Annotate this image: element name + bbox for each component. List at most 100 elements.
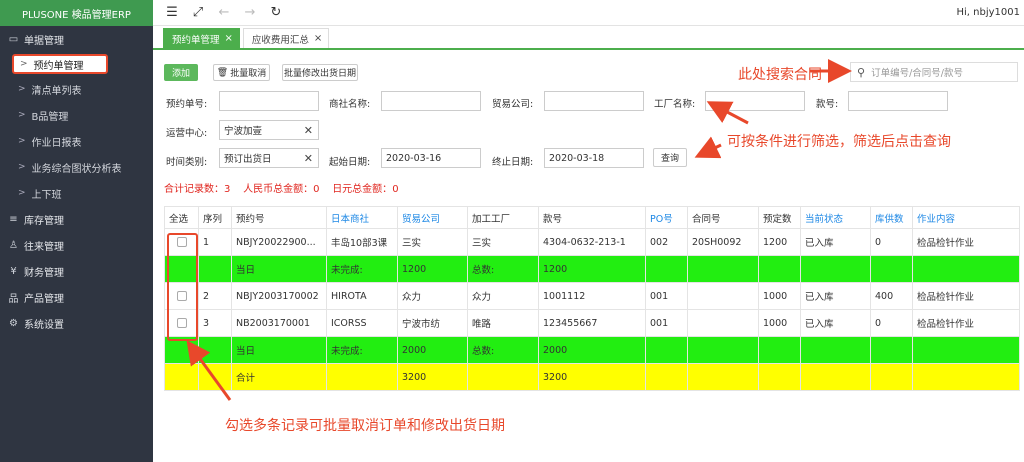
ops-center-select[interactable]: 宁波加壹 ✕	[219, 120, 319, 140]
query-button[interactable]: 查询	[653, 148, 687, 167]
jpy-total-label: 日元总金额：	[332, 184, 393, 195]
table-cell: 1200	[538, 255, 646, 283]
close-icon[interactable]: ×	[225, 33, 233, 44]
sidebar-item-label: 预约单管理	[33, 60, 84, 72]
order-no-field[interactable]	[219, 91, 319, 111]
table-row[interactable]: 3 NB2003170001 ICORSS 宁波市纺 唯路 123455667 001 100…	[164, 309, 1020, 337]
style-no-label: 款号:	[816, 99, 839, 110]
sidebar-group-contacts[interactable]: ♙ 往来管理	[0, 232, 153, 258]
sidebar-group-finance[interactable]: ¥ 财务管理	[0, 258, 153, 284]
table-cell: 总数:	[467, 255, 539, 283]
table-cell: 001	[645, 309, 688, 337]
ops-center-value: 宁波加壹	[224, 126, 263, 137]
table-cell	[870, 255, 913, 283]
col-job-content[interactable]: 作业内容	[912, 206, 1020, 229]
end-date-field[interactable]: 2020-03-18	[544, 148, 644, 168]
tab-receivables[interactable]: 应收费用汇总 ×	[242, 28, 330, 48]
col-stock-qty[interactable]: 库供数	[870, 206, 913, 229]
reservation-table: 全选 序列 预约号 日本商社 贸易公司 加工工厂 款号 PO号 合同号 预定数 …	[164, 206, 1020, 391]
table-cell	[870, 363, 913, 391]
table-cell: 丰岛10部3课	[326, 228, 398, 256]
sidebar-item-label: B品管理	[31, 111, 69, 123]
col-company[interactable]: 日本商社	[326, 206, 398, 229]
col-factory: 加工工厂	[467, 206, 539, 229]
user-icon: ♙	[9, 239, 18, 251]
col-trade-company[interactable]: 贸易公司	[397, 206, 468, 229]
sidebar-group-documents[interactable]: ▭ 单据管理	[0, 26, 153, 52]
clear-icon[interactable]: ✕	[304, 124, 313, 137]
sitemap-icon: 品	[8, 293, 19, 305]
sidebar-item-attendance[interactable]: > 上下班	[0, 180, 153, 206]
sidebar-group-label: 库存管理	[24, 215, 64, 227]
col-status[interactable]: 当前状态	[800, 206, 871, 229]
table-cell: 唯路	[467, 309, 539, 337]
col-po-no[interactable]: PO号	[645, 206, 688, 229]
sidebar-item-label: 作业日报表	[31, 137, 82, 149]
table-cell: 三实	[467, 228, 539, 256]
table-cell: 1001112	[538, 282, 646, 310]
sidebar-item-reservation[interactable]: > 预约单管理	[12, 54, 108, 74]
clear-icon[interactable]: ✕	[304, 152, 313, 165]
table-cell: 2	[198, 282, 232, 310]
time-type-select[interactable]: 预订出货日 ✕	[219, 148, 319, 168]
table-cell: 检品检针作业	[912, 309, 1020, 337]
table-cell	[467, 363, 539, 391]
sidebar-item-label: 上下班	[31, 189, 62, 201]
sidebar-group-inventory[interactable]: ≡ 库存管理	[0, 206, 153, 232]
table-cell: ICORSS	[326, 309, 398, 337]
table-cell	[687, 309, 759, 337]
company-field[interactable]	[381, 91, 481, 111]
fullscreen-icon[interactable]: ⤢	[185, 0, 211, 26]
menu-toggle-icon[interactable]: ☰	[159, 0, 185, 26]
table-cell: HIROTA	[326, 282, 398, 310]
col-style-no: 款号	[538, 206, 646, 229]
sidebar: PLUSONE 検品管理ERP ▭ 单据管理 > 预约单管理 > 清点单列表 > B品管…	[0, 0, 153, 462]
back-arrow-icon[interactable]: ←	[211, 0, 237, 26]
table-cell: 宁波市纺	[397, 309, 468, 337]
search-input[interactable]: ⚲ 订单编号/合同号/款号	[850, 62, 1018, 82]
trade-company-field[interactable]	[544, 91, 644, 111]
trash-icon: 🗑	[216, 67, 229, 78]
time-type-value: 预订出货日	[224, 154, 272, 165]
order-no-label: 预约单号:	[166, 99, 208, 110]
ops-center-label: 运营中心:	[166, 128, 208, 139]
table-cell: 总数:	[467, 336, 539, 364]
table-cell: 1000	[758, 309, 801, 337]
factory-field[interactable]	[705, 91, 805, 111]
daily-subtotal-row: 当日 未完成: 1200 总数: 1200	[164, 255, 1020, 283]
sidebar-item-b-goods[interactable]: > B品管理	[0, 102, 153, 128]
close-icon[interactable]: ×	[314, 33, 322, 44]
batch-modify-date-button[interactable]: 批量修改出货日期	[282, 64, 358, 81]
sidebar-item-analysis[interactable]: > 业务综合图状分析表	[0, 154, 153, 180]
col-select-all[interactable]: 全选	[164, 206, 199, 229]
table-row[interactable]: 1 NBJY20022900... 丰岛10部3课 三实 三实 4304-0632-213…	[164, 228, 1020, 256]
sidebar-group-products[interactable]: 品产品管理	[0, 284, 153, 310]
table-cell: 检品检针作业	[912, 282, 1020, 310]
annotation-batch: 勾选多条记录可批量取消订单和修改出货日期	[225, 418, 505, 434]
sidebar-item-daily-report[interactable]: > 作业日报表	[0, 128, 153, 154]
table-cell: NB2003170001	[231, 309, 327, 337]
table-cell: 002	[645, 228, 688, 256]
start-date-field[interactable]: 2020-03-16	[381, 148, 481, 168]
style-no-field[interactable]	[848, 91, 948, 111]
sidebar-item-label: 清点单列表	[31, 85, 82, 97]
table-cell: 当日	[231, 336, 327, 364]
tab-label: 预约单管理	[172, 34, 220, 46]
jpy-total-value: 0	[392, 184, 399, 195]
tab-reservation[interactable]: 预约单管理 ×	[163, 28, 240, 48]
table-cell: 合计	[231, 363, 327, 391]
table-cell: 检品检针作业	[912, 228, 1020, 256]
sidebar-group-settings[interactable]: ⚙ 系统设置	[0, 310, 153, 336]
sidebar-group-label: 财务管理	[24, 267, 64, 279]
user-greeting[interactable]: Hi, nbjy1001	[957, 7, 1021, 18]
table-cell	[687, 282, 759, 310]
batch-cancel-button[interactable]: 🗑 批量取消	[213, 64, 270, 81]
refresh-icon[interactable]: ↻	[263, 0, 289, 26]
add-button[interactable]: 添加	[164, 64, 198, 81]
forward-arrow-icon[interactable]: →	[237, 0, 263, 26]
table-row[interactable]: 2 NBJY2003170002 HIROTA 众力 众力 1001112 001 1000 已…	[164, 282, 1020, 310]
sidebar-item-checklist[interactable]: > 清点单列表	[0, 76, 153, 102]
database-icon: ≡	[9, 213, 18, 225]
chevron-right-icon: >	[18, 136, 26, 146]
table-cell: 1200	[758, 228, 801, 256]
